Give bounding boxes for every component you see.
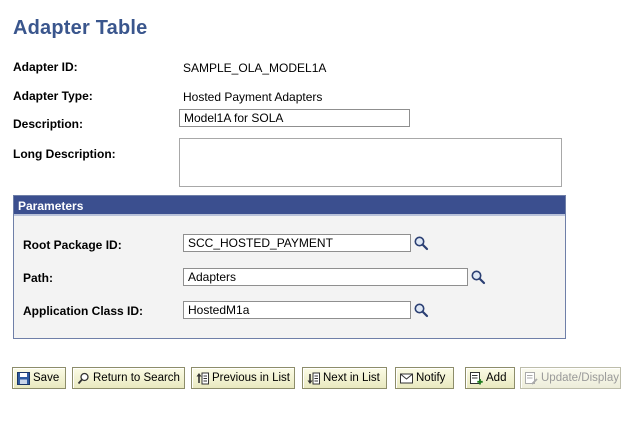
description-input[interactable]: Model1A for SOLA: [179, 109, 410, 127]
return-to-search-label: Return to Search: [93, 372, 180, 384]
search-icon: [77, 372, 89, 384]
add-button[interactable]: Add: [465, 367, 515, 389]
root-package-id-input[interactable]: SCC_HOSTED_PAYMENT: [183, 234, 411, 252]
notify-button-label: Notify: [416, 372, 446, 384]
long-description-textarea[interactable]: [179, 138, 562, 187]
previous-list-icon: [196, 372, 209, 384]
update-display-button[interactable]: Update/Display: [520, 367, 621, 389]
save-button-label: Save: [33, 372, 60, 384]
adapter-id-label: Adapter ID:: [13, 60, 78, 74]
application-class-id-input[interactable]: HostedM1a: [183, 301, 411, 319]
adapter-type-value: Hosted Payment Adapters: [183, 90, 323, 104]
root-package-id-label: Root Package ID:: [23, 238, 122, 252]
application-class-lookup-icon[interactable]: [413, 302, 429, 318]
next-list-icon: [307, 372, 320, 384]
path-lookup-icon[interactable]: [470, 269, 486, 285]
next-in-list-label: Next in List: [323, 372, 380, 384]
previous-in-list-label: Previous in List: [212, 372, 290, 384]
adapter-type-label: Adapter Type:: [13, 89, 93, 103]
previous-in-list-button[interactable]: Previous in List: [191, 367, 295, 389]
parameters-header: Parameters: [14, 196, 565, 216]
root-package-lookup-icon[interactable]: [413, 235, 429, 251]
path-input[interactable]: Adapters: [183, 268, 468, 286]
notify-button[interactable]: Notify: [395, 367, 454, 389]
description-label: Description:: [13, 117, 84, 131]
adapter-id-value: SAMPLE_OLA_MODEL1A: [183, 61, 327, 75]
notify-icon: [400, 373, 413, 383]
floppy-disk-icon: [17, 371, 30, 385]
next-in-list-button[interactable]: Next in List: [302, 367, 387, 389]
return-to-search-button[interactable]: Return to Search: [72, 367, 185, 389]
page-title: Adapter Table: [13, 17, 148, 39]
add-button-label: Add: [486, 372, 507, 384]
application-class-id-label: Application Class ID:: [23, 304, 144, 318]
path-label: Path:: [23, 271, 53, 285]
update-display-icon: [525, 371, 538, 385]
save-button[interactable]: Save: [12, 367, 66, 389]
add-icon: [470, 371, 483, 384]
long-description-label: Long Description:: [13, 147, 116, 161]
update-display-label: Update/Display: [541, 372, 619, 384]
